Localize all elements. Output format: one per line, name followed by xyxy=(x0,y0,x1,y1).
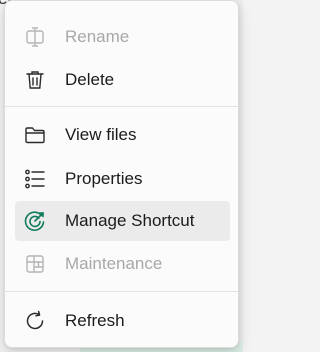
menu-item-properties[interactable]: Properties xyxy=(15,159,230,199)
menu-item-manage-shortcut[interactable]: Manage Shortcut xyxy=(15,201,230,241)
menu-item-label: View files xyxy=(65,125,137,144)
menu-item-maintenance[interactable]: Maintenance xyxy=(15,244,230,284)
folder-icon xyxy=(24,124,46,146)
menu-item-label: Delete xyxy=(65,70,115,89)
menu-item-label: Properties xyxy=(65,169,143,188)
trash-icon xyxy=(24,69,46,91)
shortcut-icon xyxy=(24,210,46,232)
context-menu: Rename Delete View files Properties Mana… xyxy=(4,0,239,348)
menu-item-label: Maintenance xyxy=(65,254,163,273)
menu-item-refresh[interactable]: Refresh xyxy=(15,301,230,341)
menu-item-label: Refresh xyxy=(65,311,125,330)
menu-item-label: Manage Shortcut xyxy=(65,211,195,230)
menu-item-label: Rename xyxy=(65,27,130,46)
menu-separator xyxy=(5,106,238,107)
list-icon xyxy=(24,168,46,190)
refresh-icon xyxy=(24,310,46,332)
menu-item-rename[interactable]: Rename xyxy=(15,17,230,57)
maintenance-icon xyxy=(24,253,46,275)
rename-icon xyxy=(24,26,46,48)
menu-separator xyxy=(5,291,238,292)
menu-item-delete[interactable]: Delete xyxy=(15,60,230,100)
menu-item-view-files[interactable]: View files xyxy=(15,115,230,155)
